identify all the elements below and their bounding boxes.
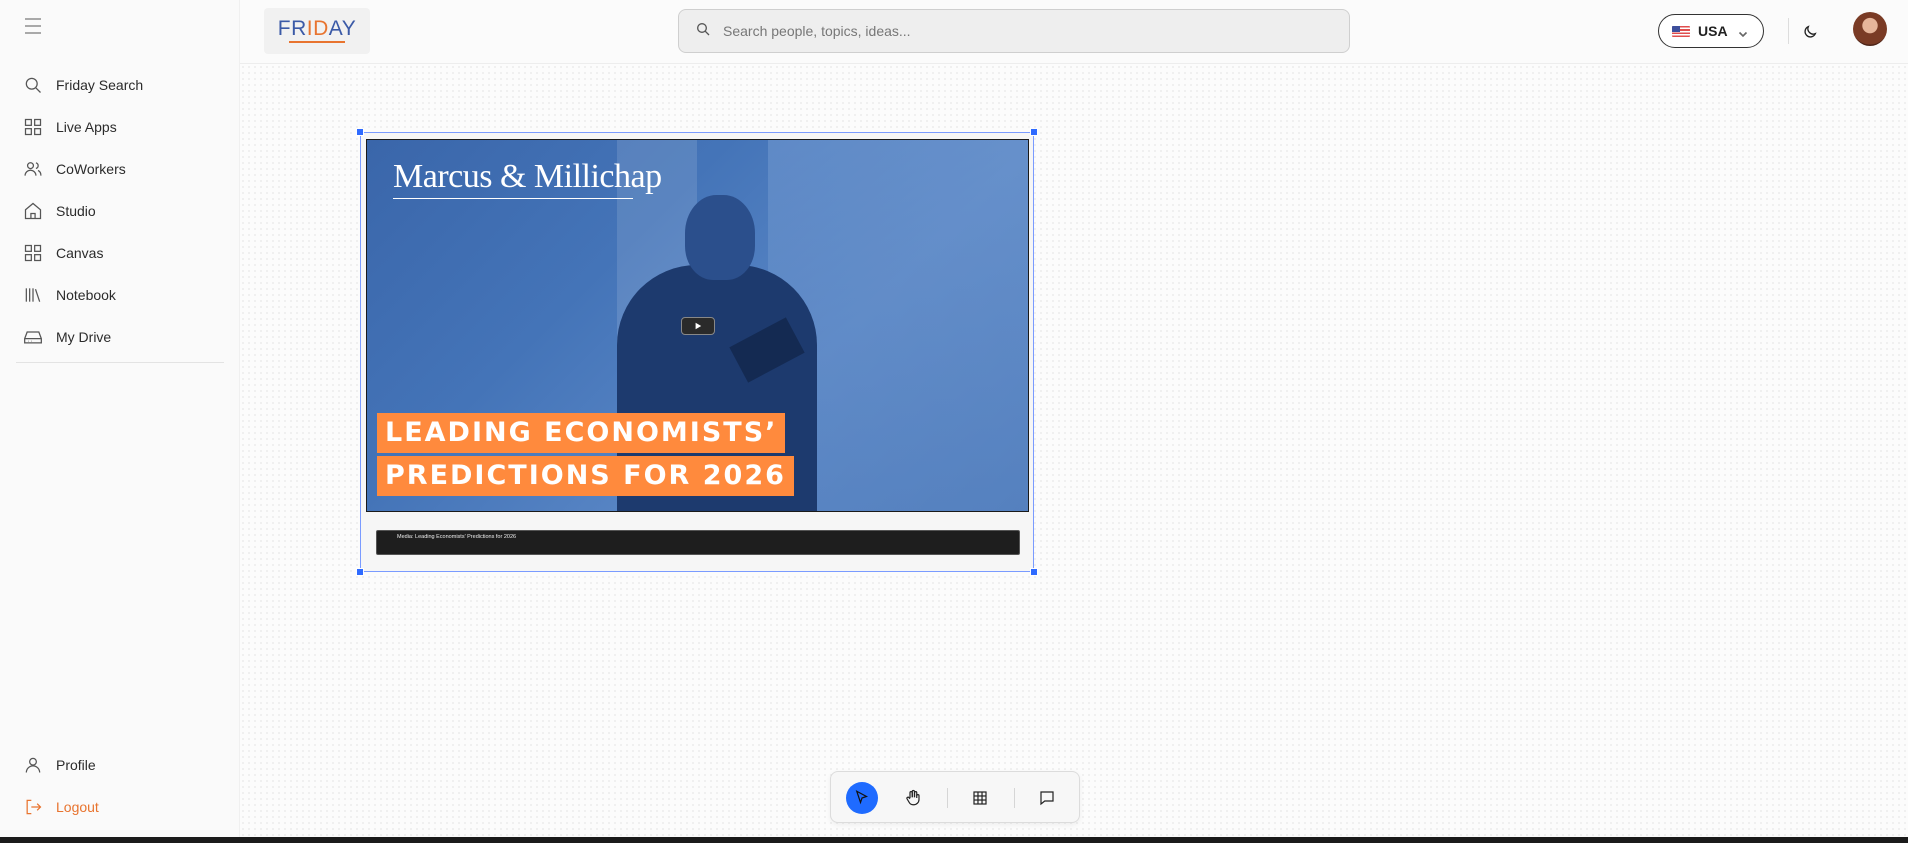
home-icon bbox=[22, 200, 44, 222]
sidebar-item-label: Studio bbox=[56, 203, 96, 219]
sidebar-item-logout[interactable]: Logout bbox=[16, 786, 226, 828]
resize-handle-top-right[interactable] bbox=[1030, 128, 1038, 136]
users-icon bbox=[22, 158, 44, 180]
sidebar-item-label: Live Apps bbox=[56, 119, 117, 135]
video-headline: LEADING ECONOMISTS’ PREDICTIONS FOR 2026 bbox=[377, 413, 794, 496]
hand-icon bbox=[906, 789, 920, 806]
profile-label: Profile bbox=[56, 757, 96, 773]
logout-icon bbox=[22, 796, 44, 818]
header-divider bbox=[1788, 18, 1789, 44]
media-caption: Media: Leading Economists' Predictions f… bbox=[376, 530, 1020, 555]
brand-underline bbox=[393, 198, 633, 199]
sidebar-item-live-apps[interactable]: Live Apps bbox=[16, 106, 226, 148]
search-input[interactable] bbox=[723, 23, 1323, 39]
sidebar-item-label: Friday Search bbox=[56, 77, 144, 93]
sidebar-nav: Friday Search Live Apps CoWorkers Studio… bbox=[16, 64, 226, 358]
top-bar: FRIDAY USA bbox=[240, 0, 1908, 64]
country-selector[interactable]: USA bbox=[1658, 14, 1764, 48]
sidebar-item-label: Canvas bbox=[56, 245, 104, 261]
chevron-down-icon bbox=[1738, 26, 1748, 38]
comment-icon bbox=[1040, 791, 1054, 806]
drive-icon bbox=[22, 326, 44, 348]
cursor-icon bbox=[855, 790, 869, 805]
global-search[interactable] bbox=[678, 9, 1350, 53]
sidebar-bottom: Profile Logout bbox=[16, 744, 226, 828]
sidebar-item-profile[interactable]: Profile bbox=[16, 744, 226, 786]
canvas-grid-icon bbox=[22, 242, 44, 264]
sidebar-item-notebook[interactable]: Notebook bbox=[16, 274, 226, 316]
canvas-toolbar bbox=[830, 771, 1080, 823]
play-button[interactable] bbox=[681, 317, 715, 335]
sidebar-item-label: Notebook bbox=[56, 287, 116, 303]
us-flag-icon bbox=[1672, 25, 1690, 37]
apps-grid-icon bbox=[22, 116, 44, 138]
comment-tool-button[interactable] bbox=[1031, 782, 1063, 814]
sidebar-item-friday-search[interactable]: Friday Search bbox=[16, 64, 226, 106]
sidebar: Friday Search Live Apps CoWorkers Studio… bbox=[0, 0, 240, 843]
thumbnail-figure bbox=[685, 195, 755, 280]
toolbar-divider bbox=[1014, 788, 1015, 808]
media-card[interactable]: Marcus & Millichap LEADING ECONOMISTS’ P… bbox=[356, 128, 1038, 576]
search-icon bbox=[22, 74, 44, 96]
grid-tool-button[interactable] bbox=[964, 782, 996, 814]
menu-toggle-icon[interactable] bbox=[25, 18, 47, 36]
sidebar-item-canvas[interactable]: Canvas bbox=[16, 232, 226, 274]
avatar[interactable] bbox=[1853, 12, 1887, 46]
sidebar-item-coworkers[interactable]: CoWorkers bbox=[16, 148, 226, 190]
resize-handle-bottom-left[interactable] bbox=[356, 568, 364, 576]
toolbar-divider bbox=[947, 788, 948, 808]
logout-label: Logout bbox=[56, 799, 99, 815]
table-grid-icon bbox=[973, 791, 987, 805]
logo-wordmark: FRIDAY bbox=[277, 17, 357, 40]
sidebar-item-studio[interactable]: Studio bbox=[16, 190, 226, 232]
headline-line-1: LEADING ECONOMISTS’ bbox=[377, 413, 786, 453]
friday-logo[interactable]: FRIDAY bbox=[264, 8, 370, 54]
sidebar-item-label: CoWorkers bbox=[56, 161, 126, 177]
taskbar-strip bbox=[0, 837, 1908, 843]
sidebar-divider bbox=[16, 362, 224, 363]
library-icon bbox=[22, 284, 44, 306]
resize-handle-top-left[interactable] bbox=[356, 128, 364, 136]
headline-line-2: PREDICTIONS FOR 2026 bbox=[377, 456, 794, 496]
user-icon bbox=[22, 754, 44, 776]
search-icon bbox=[695, 21, 711, 42]
resize-handle-bottom-right[interactable] bbox=[1030, 568, 1038, 576]
sidebar-item-label: My Drive bbox=[56, 329, 112, 345]
play-icon bbox=[695, 322, 702, 330]
hand-tool-button[interactable] bbox=[897, 782, 929, 814]
sidebar-item-my-drive[interactable]: My Drive bbox=[16, 316, 226, 358]
dark-mode-toggle-icon[interactable] bbox=[1798, 20, 1822, 44]
brand-logo-text: Marcus & Millichap bbox=[393, 158, 662, 195]
country-label: USA bbox=[1698, 23, 1728, 39]
video-thumbnail[interactable]: Marcus & Millichap LEADING ECONOMISTS’ P… bbox=[366, 139, 1029, 512]
select-tool-button[interactable] bbox=[846, 782, 878, 814]
logo-underline bbox=[289, 41, 345, 43]
